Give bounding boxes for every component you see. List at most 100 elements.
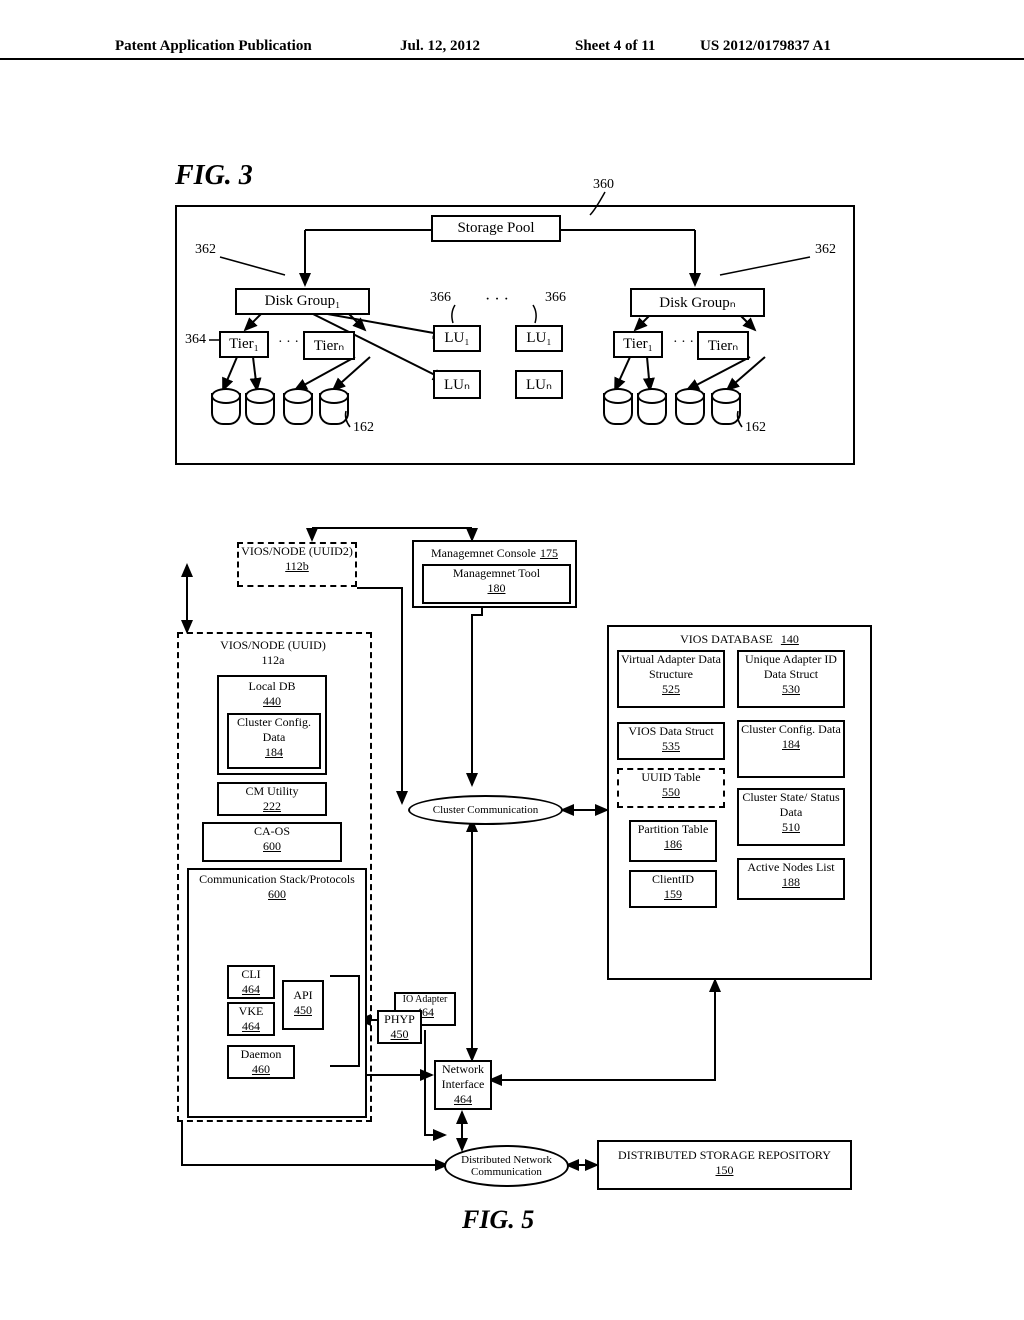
header-publication: Patent Application Publication (115, 38, 312, 55)
cylinder-icon (245, 393, 275, 427)
cylinder-icon (211, 393, 241, 427)
ref-362-right: 362 (815, 242, 836, 258)
figure-3: FIG. 3 (175, 175, 855, 465)
caos-label: CA-OS (204, 824, 340, 839)
ca-os: CA-OS 600 (202, 822, 342, 862)
distributed-network-communication: Distributed Network Communication (444, 1145, 569, 1187)
header-sheet: Sheet 4 of 11 (575, 38, 655, 55)
lun-left: LUₙ (433, 370, 481, 399)
ref-364: 364 (185, 332, 206, 348)
cm-util-ref: 222 (219, 799, 325, 814)
partition-table: Partition Table 186 (629, 820, 717, 862)
header-pubno: US 2012/0179837 A1 (700, 38, 831, 55)
distributed-storage-repository: DISTRIBUTED STORAGE REPOSITORY 150 (597, 1140, 852, 1190)
disk-group-n: Disk Groupₙ (630, 288, 765, 317)
api-ref: 450 (284, 1003, 322, 1018)
ref-366-left: 366 (430, 290, 451, 306)
va-ds-label: Virtual Adapter Data Structure (619, 652, 723, 682)
header-date: Jul. 12, 2012 (400, 38, 480, 55)
tier1-left: Tier₁ (219, 331, 269, 358)
mgmt-console-ref: 175 (540, 546, 558, 560)
commstack-label: Communication Stack/Protocols (189, 870, 365, 887)
ref-360: 360 (593, 177, 614, 193)
figure-5: Managemnet Console 175 Managemnet Tool 1… (162, 520, 882, 1220)
phyp-ref: 450 (379, 1027, 420, 1042)
ccdata-ref: 184 (739, 737, 843, 752)
ua-ds-ref: 530 (739, 682, 843, 697)
network-interface: Network Interface 464 (434, 1060, 492, 1110)
viosdb-label: VIOS DATABASE (680, 632, 773, 646)
local-db: Local DB 440 Cluster Config. Data 184 (217, 675, 327, 775)
api-bus (330, 975, 360, 1067)
vke-label: VKE (229, 1004, 273, 1019)
cylinder-icon (711, 393, 741, 427)
lun-right-label: LUₙ (526, 377, 552, 393)
ptable-ref: 186 (631, 837, 715, 852)
clientid-label: ClientID (631, 872, 715, 887)
cluster-state-data: Cluster State/ Status Data 510 (737, 788, 845, 846)
cluster-cfg-ref: 184 (229, 745, 319, 760)
unique-adapter-ds: Unique Adapter ID Data Struct 530 (737, 650, 845, 708)
disk-group-1-label: Disk Group₁ (265, 293, 341, 309)
storage-pool-box: Storage Pool (431, 215, 561, 242)
mgmt-tool: Managemnet Tool 180 (422, 564, 571, 604)
cli: CLI 464 (227, 965, 275, 999)
cylinder-icon (637, 393, 667, 427)
ref-362-left: 362 (195, 242, 216, 258)
ref-162-right: 162 (745, 420, 766, 436)
dots-lu: · · · (485, 291, 509, 309)
cluster-comm-label: Cluster Communication (433, 804, 538, 816)
csdata-label: Cluster State/ Status Data (739, 790, 843, 820)
ua-ds-label: Unique Adapter ID Data Struct (739, 652, 843, 682)
netif-ref: 464 (436, 1092, 490, 1107)
mgmt-console: Managemnet Console 175 Managemnet Tool 1… (412, 540, 577, 608)
tiern-right-label: Tierₙ (708, 338, 738, 354)
cli-label: CLI (229, 967, 273, 982)
viosdb-ref: 140 (781, 632, 799, 646)
uuid-label: UUID Table (619, 770, 723, 785)
commstack-ref: 600 (189, 887, 365, 902)
tier1-right-label: Tier₁ (623, 336, 653, 352)
vios1-header: VIOS/NODE (UUID) 112a (214, 638, 332, 672)
va-ds-ref: 525 (619, 682, 723, 697)
tier1-right: Tier₁ (613, 331, 663, 358)
vios-ds-ref: 535 (619, 739, 723, 754)
mgmt-tool-label: Managemnet Tool (424, 566, 569, 581)
vios2-ref: 112b (239, 559, 355, 574)
cluster-communication: Cluster Communication (408, 795, 563, 825)
localdb-label: Local DB (219, 677, 325, 694)
lu1-right: LU₁ (515, 325, 563, 352)
api-label: API (284, 982, 322, 1003)
uuid-ref: 550 (619, 785, 723, 800)
tiern-left-label: Tierₙ (314, 338, 344, 354)
phyp-label: PHYP (379, 1012, 420, 1027)
tier1-left-label: Tier₁ (229, 336, 259, 352)
cm-util-label: CM Utility (219, 784, 325, 799)
vios-node-2: VIOS/NODE (UUID2) 112b (237, 542, 357, 587)
daemon: Daemon 460 (227, 1045, 295, 1079)
cluster-cfg-label: Cluster Config. Data (229, 715, 319, 745)
lun-right: LUₙ (515, 370, 563, 399)
lu1-left: LU₁ (433, 325, 481, 352)
uuid-table: UUID Table 550 (617, 768, 725, 808)
lu1-left-label: LU₁ (444, 330, 469, 346)
active-ref: 188 (739, 875, 843, 890)
phyp: PHYP 450 (377, 1010, 422, 1044)
page-header: Patent Application Publication Jul. 12, … (0, 38, 1024, 60)
dots-tier-r: · · · (673, 335, 694, 351)
cluster-config-data: Cluster Config. Data 184 (227, 713, 321, 769)
mgmt-tool-ref: 180 (424, 581, 569, 596)
netif-label: Network Interface (436, 1062, 490, 1092)
lu1-right-label: LU₁ (526, 330, 551, 346)
disk-group-1: Disk Group₁ (235, 288, 370, 315)
ref-162-left: 162 (353, 420, 374, 436)
vke-ref: 464 (229, 1019, 273, 1034)
localdb-ref: 440 (219, 694, 325, 709)
active-nodes-list: Active Nodes List 188 (737, 858, 845, 900)
client-id: ClientID 159 (629, 870, 717, 908)
storage-pool-label: Storage Pool (457, 220, 534, 236)
dsr-label: DISTRIBUTED STORAGE REPOSITORY (599, 1142, 850, 1163)
csdata-ref: 510 (739, 820, 843, 835)
cylinder-icon (319, 393, 349, 427)
daemon-ref: 460 (229, 1062, 293, 1077)
